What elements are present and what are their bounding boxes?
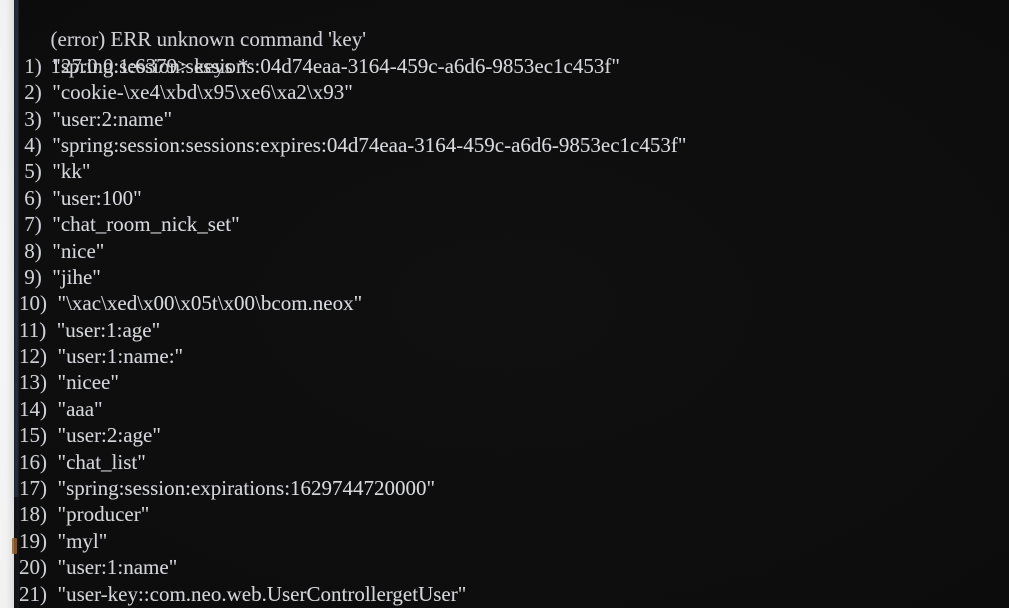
key-result-index: 3) — [19, 106, 42, 131]
key-result-index: 20) — [19, 555, 47, 580]
key-result-index: 12) — [19, 344, 47, 369]
key-result-value: "aaa" — [57, 396, 103, 421]
key-result-index: 14) — [19, 396, 47, 421]
key-result-value: "user:1:age" — [56, 317, 161, 342]
window-left-border — [14, 0, 19, 497]
key-result-index: 19) — [19, 528, 47, 553]
key-result-row: 14) "aaa" — [19, 396, 1009, 422]
key-result-index: 4) — [19, 132, 42, 157]
key-result-row: 17) "spring:session:expirations:16297447… — [19, 475, 1009, 501]
error-message-text: (error) ERR unknown command 'key' — [50, 27, 367, 52]
key-result-value: "user:2:name" — [52, 106, 173, 131]
key-result-value: "nice" — [52, 238, 105, 263]
key-result-row: 13) "nicee" — [19, 369, 1009, 395]
key-result-row: 19) "myl" — [19, 528, 1009, 554]
key-result-index: 2) — [19, 80, 42, 105]
key-result-row: 11) "user:1:age" — [19, 317, 1009, 343]
key-result-row: 21) "user-key::com.neo.web.UserControlle… — [19, 581, 1009, 607]
key-result-row: 18) "producer" — [19, 501, 1009, 527]
key-result-index: 15) — [19, 423, 47, 448]
key-result-value: "user:100" — [52, 185, 142, 210]
window-left-margin — [0, 0, 14, 608]
key-result-row: 8) "nice" — [19, 238, 1009, 264]
key-result-index: 21) — [19, 581, 47, 606]
key-result-value: "nicee" — [57, 370, 119, 395]
key-result-value: "user-key::com.neo.web.UserControllerget… — [57, 581, 467, 606]
key-result-row: 12) "user:1:name:" — [19, 343, 1009, 369]
terminal-window: (error) ERR unknown command 'key' 127.0.… — [0, 0, 1009, 608]
key-result-row: 7) "chat_room_nick_set" — [19, 211, 1009, 237]
key-result-index: 6) — [19, 185, 42, 210]
key-result-index: 17) — [19, 476, 47, 501]
key-result-value: "jihe" — [52, 264, 101, 289]
key-result-value: "spring:session:sessions:expires:04d74ea… — [52, 132, 687, 157]
key-result-value: "cookie-\xe4\xbd\x95\xe6\xa2\x93" — [52, 80, 353, 105]
key-result-value: "chat_room_nick_set" — [52, 212, 240, 237]
key-result-value: "myl" — [57, 528, 108, 553]
key-result-value: "user:1:name" — [57, 555, 178, 580]
key-result-row: 1) "spring:session:sessions:04d74eaa-316… — [19, 53, 1009, 79]
key-result-value: "chat_list" — [57, 449, 146, 474]
key-result-value: "spring:session:expirations:162974472000… — [57, 476, 436, 501]
terminal-output-area[interactable]: (error) ERR unknown command 'key' 127.0.… — [19, 0, 1009, 608]
key-result-row: 9) "jihe" — [19, 264, 1009, 290]
key-result-index: 5) — [19, 159, 42, 184]
key-result-index: 7) — [19, 212, 42, 237]
key-result-index: 8) — [19, 238, 42, 263]
key-result-row: 16) "chat_list" — [19, 449, 1009, 475]
key-result-value: "spring:session:sessions:04d74eaa-3164-4… — [52, 53, 620, 78]
key-result-row: 6) "user:100" — [19, 185, 1009, 211]
key-result-index: 13) — [19, 370, 47, 395]
key-result-value: "kk" — [52, 159, 91, 184]
key-result-index: 10) — [19, 291, 47, 316]
key-result-row: 2) "cookie-\xe4\xbd\x95\xe6\xa2\x93" — [19, 79, 1009, 105]
key-result-index: 1) — [19, 53, 42, 78]
key-result-row: 5) "kk" — [19, 158, 1009, 184]
key-result-row: 3) "user:2:name" — [19, 106, 1009, 132]
key-result-index: 18) — [19, 502, 47, 527]
key-result-row: 15) "user:2:age" — [19, 422, 1009, 448]
key-result-row: 20) "user:1:name" — [19, 554, 1009, 580]
key-result-row: 4) "spring:session:sessions:expires:04d7… — [19, 132, 1009, 158]
key-result-row: 10) "\xac\xed\x00\x05t\x00\bcom.neox" — [19, 290, 1009, 316]
key-result-value: "user:2:age" — [57, 423, 161, 448]
key-result-value: "\xac\xed\x00\x05t\x00\bcom.neox" — [57, 291, 363, 316]
cursor-edge-marker-icon — [12, 538, 17, 554]
key-result-index: 16) — [19, 449, 47, 474]
key-result-index: 11) — [19, 317, 47, 342]
key-result-value: "producer" — [57, 502, 150, 527]
key-result-value: "user:1:name:" — [57, 344, 184, 369]
keys-result-list: 1) "spring:session:sessions:04d74eaa-316… — [19, 53, 1009, 607]
terminal-line-error: (error) ERR unknown command 'key' — [19, 0, 1009, 51]
key-result-index: 9) — [19, 264, 42, 289]
